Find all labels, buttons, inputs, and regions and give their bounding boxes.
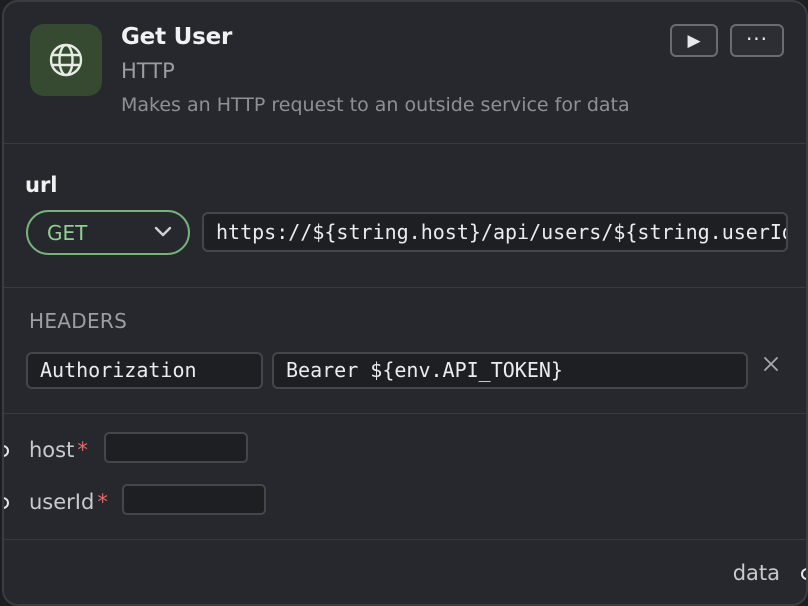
output-label-data: data bbox=[732, 561, 780, 585]
inputs-section: host * userId * bbox=[4, 415, 806, 540]
more-icon: ··· bbox=[745, 27, 769, 51]
url-section: url GET https://${string.host}/api/users… bbox=[4, 145, 806, 288]
input-name: host bbox=[29, 438, 75, 462]
input-label-userid: userId * bbox=[29, 490, 108, 514]
method-value: GET bbox=[47, 220, 88, 245]
host-input[interactable] bbox=[104, 432, 248, 463]
header-value-input[interactable]: Bearer ${env.API_TOKEN} bbox=[272, 352, 748, 389]
input-port-userid[interactable] bbox=[4, 497, 9, 509]
remove-header-button[interactable] bbox=[760, 353, 782, 375]
close-icon bbox=[764, 357, 778, 371]
play-icon: ▶ bbox=[687, 30, 701, 51]
method-select[interactable]: GET bbox=[26, 210, 190, 255]
run-button[interactable]: ▶ bbox=[670, 24, 718, 57]
input-port-host[interactable] bbox=[4, 445, 9, 457]
node-description: Makes an HTTP request to an outside serv… bbox=[121, 94, 630, 116]
required-mark: * bbox=[97, 490, 108, 514]
outputs-section: data bbox=[4, 541, 806, 604]
url-label: url bbox=[25, 173, 58, 197]
header-key-input[interactable]: Authorization bbox=[26, 352, 263, 389]
node-type: HTTP bbox=[121, 59, 175, 83]
output-port-data[interactable] bbox=[801, 568, 806, 580]
node-title: Get User bbox=[121, 24, 233, 50]
url-input[interactable]: https://${string.host}/api/users/${strin… bbox=[202, 212, 788, 252]
input-name: userId bbox=[29, 490, 95, 514]
globe-icon bbox=[49, 43, 83, 77]
headers-section: HEADERS Authorization Bearer ${env.API_T… bbox=[4, 289, 806, 414]
required-mark: * bbox=[77, 438, 88, 462]
headers-label: HEADERS bbox=[29, 309, 128, 333]
node-icon-tile bbox=[30, 24, 102, 96]
node-header: Get User HTTP Makes an HTTP request to a… bbox=[4, 2, 806, 144]
http-node-card[interactable]: Get User HTTP Makes an HTTP request to a… bbox=[2, 0, 808, 606]
userid-input[interactable] bbox=[122, 484, 266, 515]
input-label-host: host * bbox=[29, 438, 88, 462]
more-options-button[interactable]: ··· bbox=[730, 24, 784, 57]
chevron-down-icon bbox=[154, 226, 172, 237]
